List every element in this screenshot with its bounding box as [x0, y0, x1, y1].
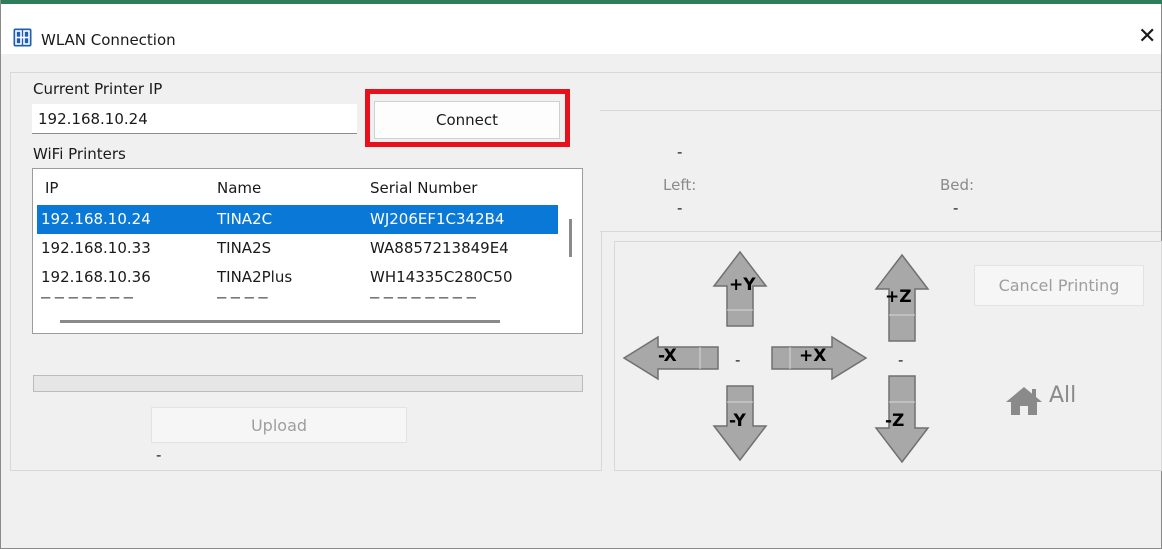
printer-name: TINA2C [217, 210, 273, 228]
window-title: WLAN Connection [41, 31, 176, 49]
x-plus-label: +X [799, 346, 827, 366]
temperature-panel [600, 110, 1161, 232]
column-header-serial[interactable]: Serial Number [370, 173, 477, 202]
wifi-printers-list[interactable]: IP Name Serial Number 192.168.10.24 TINA… [32, 168, 583, 334]
z-plus-label: +Z [885, 287, 912, 307]
printer-row-partial[interactable]: ─ ─ ─ ─ ─ ─ ─ ─ ─ ─ ─ ─ ─ ─ ─ ─ ─ ─ ─ [37, 289, 558, 299]
connect-button-highlight [365, 89, 570, 147]
printer-name: TINA2S [217, 239, 272, 257]
upload-progress-bar [33, 375, 583, 392]
printer-row-2[interactable]: 192.168.10.33 TINA2S WA8857213849E4 [37, 234, 558, 263]
printer-serial: WA8857213849E4 [370, 239, 509, 257]
left-temp-label: Left: [663, 176, 697, 194]
partial-row-fragment: ─ ─ ─ ─ [217, 289, 268, 299]
vertical-scrollbar[interactable] [569, 219, 572, 257]
printer-serial: WJ206EF1C342B4 [370, 210, 505, 228]
printer-ip-input[interactable] [32, 104, 357, 134]
title-bar: WLAN Connection ✕ [1, 4, 1161, 54]
current-printer-ip-label: Current Printer IP [33, 80, 163, 98]
bed-temp-label: Bed: [940, 176, 975, 194]
home-all-label: All [1049, 383, 1077, 408]
xy-position-value: - [735, 351, 741, 369]
upload-status: - [156, 446, 162, 464]
list-viewport: IP Name Serial Number 192.168.10.24 TINA… [33, 169, 558, 299]
printer-app-icon [13, 28, 32, 47]
close-icon[interactable]: ✕ [1138, 26, 1156, 48]
printer-ip: 192.168.10.33 [41, 239, 151, 257]
column-header-name[interactable]: Name [217, 173, 261, 202]
list-header: IP Name Serial Number [37, 173, 558, 203]
upload-button[interactable]: Upload [151, 407, 407, 443]
wifi-printers-label: WiFi Printers [33, 145, 126, 163]
partial-row-fragment: ─ ─ ─ ─ ─ ─ ─ [41, 289, 133, 299]
partial-row-fragment: ─ ─ ─ ─ ─ ─ ─ ─ [370, 289, 476, 299]
top-right-panel [600, 72, 1161, 112]
printer-row-1[interactable]: 192.168.10.24 TINA2C WJ206EF1C342B4 [37, 205, 558, 234]
bed-temp-value: - [953, 199, 959, 217]
printer-status: - [677, 143, 683, 161]
horizontal-scrollbar[interactable] [60, 320, 500, 323]
column-header-ip[interactable]: IP [45, 173, 58, 202]
y-minus-label: -Y [729, 411, 746, 431]
z-minus-label: -Z [885, 411, 905, 431]
x-minus-label: -X [658, 346, 677, 366]
y-plus-label: +Y [729, 275, 756, 295]
printer-ip: 192.168.10.24 [41, 210, 151, 228]
z-position-value: - [898, 351, 904, 369]
left-temp-value: - [677, 199, 683, 217]
home-icon [1006, 387, 1042, 415]
home-all-button[interactable]: All [1001, 381, 1091, 417]
wlan-connection-window: WLAN Connection ✕ Current Printer IP Con… [0, 0, 1162, 549]
cancel-printing-button[interactable]: Cancel Printing [974, 265, 1144, 306]
